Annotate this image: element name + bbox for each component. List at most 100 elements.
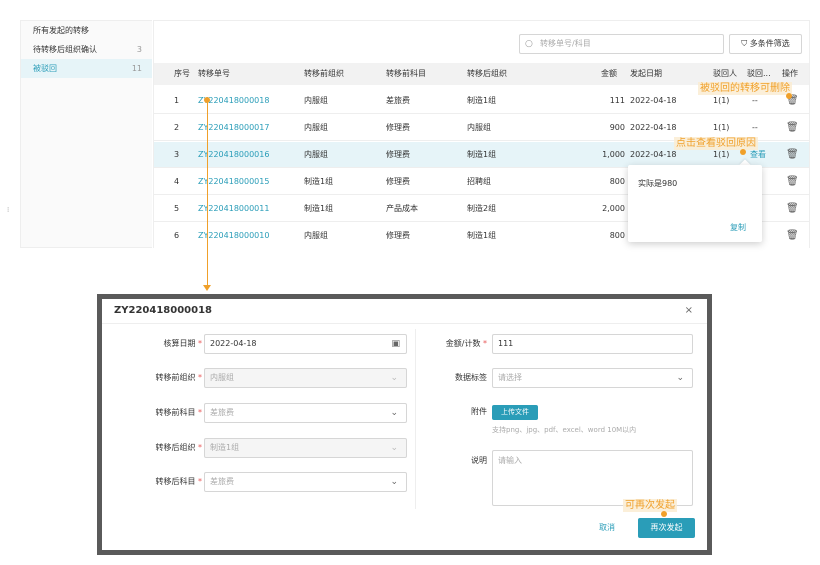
cell-from-org: 内服组	[304, 123, 328, 132]
to-subject-label: 转移后科目 *	[155, 477, 202, 486]
to-org-label: 转移后组织 *	[155, 443, 202, 452]
to-subject-value: 差旅费	[210, 477, 234, 486]
to-org-value: 制造1组	[210, 443, 240, 452]
delete-icon[interactable]: 🗑	[786, 223, 799, 249]
cell-from-subject: 产品成本	[386, 204, 418, 213]
upload-hint: 支持png、jpg、pdf、excel、word 10M以内	[492, 426, 637, 434]
cell-date: 2022-04-18	[630, 96, 677, 105]
to-subject-select[interactable]: 差旅费 ⌄	[204, 472, 407, 492]
sidebar-item-count: 11	[131, 64, 142, 73]
cell-amount: 1,000	[602, 150, 625, 159]
annotation-arrow-icon	[203, 285, 211, 291]
note-textarea[interactable]: 请输入	[492, 450, 693, 506]
cell-to-org: 制造2组	[467, 204, 497, 213]
header-id: 转移单号	[198, 69, 230, 78]
from-subject-value: 差旅费	[210, 408, 234, 417]
cell-amount: 111	[609, 96, 625, 105]
amount-field[interactable]: 111	[492, 334, 693, 354]
tag-placeholder: 请选择	[498, 373, 522, 382]
annotation-dot	[661, 511, 667, 517]
header-date: 发起日期	[630, 69, 662, 78]
settle-date-label: 核算日期 *	[163, 339, 202, 348]
cell-from-org: 内服组	[304, 96, 328, 105]
cancel-button[interactable]: 取消	[599, 522, 615, 533]
copy-button[interactable]: 复制	[730, 222, 746, 233]
row-id-link[interactable]: ZY220418000015	[198, 169, 269, 195]
note-label: 说明	[471, 456, 487, 465]
delete-icon[interactable]: 🗑	[786, 169, 799, 195]
cell-no: 5	[174, 204, 180, 213]
cell-date: 2022-04-18	[630, 123, 677, 132]
sidebar-item-label: 被驳回	[33, 64, 57, 73]
cell-from-org: 内服组	[304, 150, 328, 159]
cell-no: 2	[174, 123, 180, 132]
modal-divider	[102, 323, 707, 324]
row-id-link[interactable]: ZY220418000011	[198, 196, 269, 222]
settle-date-field[interactable]: 2022-04-18 ▣	[204, 334, 407, 354]
filter-button[interactable]: ⛉ 多条件筛选	[729, 34, 802, 54]
from-subject-label: 转移前科目 *	[155, 408, 202, 417]
cell-no: 3	[174, 150, 180, 159]
cell-amount: 800	[609, 177, 625, 186]
sidebar-item-label: 所有发起的转移	[33, 26, 89, 35]
cell-amount: 2,000	[602, 204, 625, 213]
tag-select[interactable]: 请选择 ⌄	[492, 368, 693, 388]
upload-button[interactable]: 上传文件	[492, 405, 538, 420]
filter-label: 多条件筛选	[749, 39, 790, 48]
header-no: 序号	[174, 69, 190, 78]
annotation-dot	[740, 149, 746, 155]
cell-amount: 800	[609, 231, 625, 240]
header-from-org: 转移前组织	[304, 69, 344, 78]
cell-from-org: 内服组	[304, 231, 328, 240]
sidebar: 所有发起的转移 待转移后组织确认 3 被驳回 11	[20, 20, 152, 248]
chevron-down-icon: ⌄	[676, 373, 684, 383]
tag-label: 数据标签	[455, 373, 487, 382]
cell-to-org: 内服组	[467, 123, 491, 132]
from-org-value: 内服组	[210, 373, 234, 382]
cell-no: 4	[174, 177, 180, 186]
close-icon[interactable]: ×	[685, 305, 693, 316]
resubmit-button[interactable]: 再次发起	[638, 518, 695, 538]
row-id-link[interactable]: ZY220418000010	[198, 223, 269, 249]
row-id-link[interactable]: ZY220418000016	[198, 142, 269, 168]
search-input[interactable]: ○ 转移单号/科目	[519, 34, 724, 54]
resubmit-modal: ZY220418000018 × 核算日期 * 2022-04-18 ▣ 转移前…	[102, 299, 707, 550]
from-org-label: 转移前组织 *	[155, 373, 202, 382]
modal-title: ZY220418000018	[114, 305, 212, 316]
cell-from-subject: 修理费	[386, 177, 410, 186]
reject-reason-text: 实际是980	[638, 179, 678, 188]
annotation-connector-line	[207, 100, 208, 286]
sidebar-item-rejected[interactable]: 被驳回 11	[21, 59, 152, 78]
cell-from-org: 制造1组	[304, 204, 334, 213]
header-amount: 金额	[601, 69, 617, 78]
sidebar-item-pending[interactable]: 待转移后组织确认 3	[21, 40, 152, 59]
annotation-delete-hint: 被驳回的转移可删除	[698, 82, 792, 95]
sidebar-item-all[interactable]: 所有发起的转移	[21, 21, 152, 40]
delete-icon[interactable]: 🗑	[786, 115, 799, 141]
delete-icon[interactable]: 🗑	[786, 196, 799, 222]
annotation-dot	[786, 93, 792, 99]
chevron-down-icon: ⌄	[390, 477, 398, 487]
drag-handle-icon[interactable]: ⁞	[7, 206, 9, 214]
cell-to-org: 制造1组	[467, 150, 497, 159]
to-org-select: 制造1组 ⌄	[204, 438, 407, 458]
cell-to-org: 招聘组	[467, 177, 491, 186]
note-placeholder: 请输入	[498, 456, 522, 465]
reject-reason-popover: 实际是980 复制	[628, 165, 762, 242]
cell-from-subject: 修理费	[386, 150, 410, 159]
attach-label: 附件	[471, 407, 487, 416]
filter-icon: ⛉	[741, 39, 748, 48]
cell-from-org: 制造1组	[304, 177, 334, 186]
delete-icon[interactable]: 🗑	[786, 142, 799, 168]
search-placeholder: 转移单号/科目	[540, 39, 591, 48]
amount-label: 金额/计数 *	[445, 339, 487, 348]
cell-from-subject: 修理费	[386, 123, 410, 132]
cell-amount: 900	[609, 123, 625, 132]
row-id-link[interactable]: ZY220418000017	[198, 115, 269, 141]
from-subject-select[interactable]: 差旅费 ⌄	[204, 403, 407, 423]
cell-to-org: 制造1组	[467, 231, 497, 240]
app-root: 所有发起的转移 待转移后组织确认 3 被驳回 11 ⁞ ○ 转移单号/科目 ⛉ …	[0, 0, 820, 565]
cell-no: 1	[174, 96, 180, 105]
annotation-view-hint: 点击查看驳回原因	[674, 137, 758, 150]
search-icon: ○	[525, 39, 533, 49]
